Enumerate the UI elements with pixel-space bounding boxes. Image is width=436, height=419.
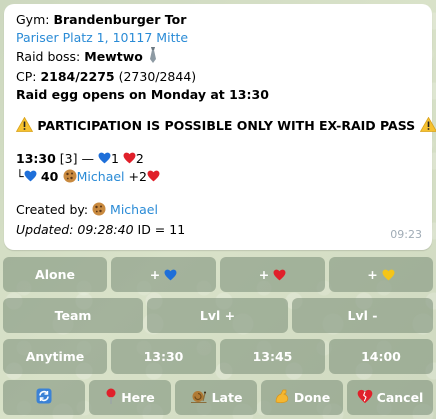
- late-label: Late: [211, 390, 243, 405]
- done-button[interactable]: Done: [261, 380, 343, 415]
- plus-label: +: [367, 267, 378, 282]
- plus-blue-button[interactable]: +: [111, 257, 216, 292]
- red-heart-icon: [147, 170, 160, 182]
- cancel-button[interactable]: Cancel: [347, 380, 433, 415]
- necktie-icon: [147, 47, 159, 68]
- cp-value: 2184/2275: [40, 69, 115, 84]
- level-up-label: Lvl +: [199, 308, 236, 323]
- here-button[interactable]: Here: [89, 380, 171, 415]
- red-heart-icon: [123, 152, 136, 164]
- team-button[interactable]: Team: [3, 298, 143, 333]
- warning-icon: [419, 116, 436, 137]
- here-label: Here: [121, 390, 155, 405]
- level-down-label: Lvl -: [347, 308, 378, 323]
- created-line: Created by: Michael: [16, 201, 420, 221]
- alone-label: Alone: [35, 267, 75, 282]
- updated-label: Updated: 09:28:40: [16, 222, 134, 237]
- plus-red-button[interactable]: +: [220, 257, 325, 292]
- time-1400-button[interactable]: 14:00: [329, 339, 433, 374]
- attendee-name-link[interactable]: Michael: [77, 169, 125, 184]
- attendee-prefix: └: [16, 169, 24, 184]
- anytime-button[interactable]: Anytime: [3, 339, 107, 374]
- time-label: 13:45: [252, 349, 293, 364]
- created-label: Created by:: [16, 202, 93, 217]
- slot-time: 13:30: [16, 151, 56, 166]
- plus-yellow-button[interactable]: +: [329, 257, 433, 292]
- blue-heart-icon: [24, 170, 37, 182]
- level-down-button[interactable]: Lvl -: [292, 298, 433, 333]
- warning-text: PARTICIPATION IS POSSIBLE ONLY WITH EX-R…: [37, 118, 416, 133]
- slot-red-count: 2: [135, 151, 144, 166]
- anytime-label: Anytime: [25, 349, 85, 364]
- refresh-icon: [36, 388, 52, 407]
- message-time: 09:23: [390, 228, 422, 241]
- warning-icon: [15, 116, 34, 137]
- red-heart-icon: [273, 269, 286, 281]
- flexed-biceps-icon: [274, 388, 290, 407]
- boss-label: Raid boss:: [16, 49, 85, 64]
- message-bubble: Gym: Brandenburger Tor Pariser Platz 1, …: [4, 4, 436, 250]
- cookie-icon: [63, 169, 77, 188]
- address-link[interactable]: Pariser Platz 1, 10117 Mitte: [16, 30, 188, 45]
- alone-button[interactable]: Alone: [3, 257, 107, 292]
- gym-label: Gym:: [16, 12, 54, 27]
- done-label: Done: [293, 390, 331, 405]
- slot-blue-count: 1: [110, 151, 119, 166]
- blue-heart-icon: [98, 152, 111, 164]
- broken-heart-icon: [357, 389, 373, 407]
- address-line: Pariser Platz 1, 10117 Mitte: [16, 29, 420, 47]
- time-1345-button[interactable]: 13:45: [220, 339, 325, 374]
- late-button[interactable]: Late: [175, 380, 257, 415]
- slot-line: 13:30 [3] — 1 2: [16, 150, 420, 168]
- raid-id: ID = 11: [133, 222, 186, 237]
- boss-name: Mewtwo: [84, 49, 143, 64]
- attendee-line: └ 40 Michael +2: [16, 168, 420, 188]
- gym-line: Gym: Brandenburger Tor: [16, 11, 420, 29]
- egg-line: Raid egg opens on Monday at 13:30: [16, 86, 420, 104]
- attendee-level: 40: [36, 169, 63, 184]
- plus-label: +: [258, 267, 270, 282]
- cp-extra: (2730/2844): [114, 69, 197, 84]
- slot-count: [3] —: [55, 151, 98, 166]
- blue-heart-icon: [164, 269, 177, 281]
- time-label: 14:00: [361, 349, 401, 364]
- refresh-button[interactable]: [3, 380, 85, 415]
- cancel-label: Cancel: [376, 390, 424, 405]
- time-label: 13:30: [143, 349, 184, 364]
- time-1330-button[interactable]: 13:30: [111, 339, 216, 374]
- team-label: Team: [54, 308, 92, 323]
- cp-label: CP:: [16, 69, 41, 84]
- egg-text: Raid egg opens on Monday at 13:30: [16, 87, 269, 102]
- attendee-extra: +2: [124, 169, 147, 184]
- gym-name: Brandenburger Tor: [53, 12, 187, 27]
- pushpin-icon: [105, 388, 117, 407]
- updated-line: Updated: 09:28:40 ID = 11: [16, 221, 420, 239]
- plus-label: +: [149, 267, 161, 282]
- cp-line: CP: 2184/2275 (2730/2844): [16, 68, 420, 86]
- cookie-icon: [92, 202, 106, 221]
- yellow-heart-icon: [382, 269, 395, 281]
- creator-name-link[interactable]: Michael: [110, 202, 158, 217]
- level-up-button[interactable]: Lvl +: [147, 298, 288, 333]
- boss-line: Raid boss: Mewtwo: [16, 47, 420, 68]
- snail-icon: [190, 389, 208, 407]
- warning-line: PARTICIPATION IS POSSIBLE ONLY WITH EX-R…: [15, 116, 436, 137]
